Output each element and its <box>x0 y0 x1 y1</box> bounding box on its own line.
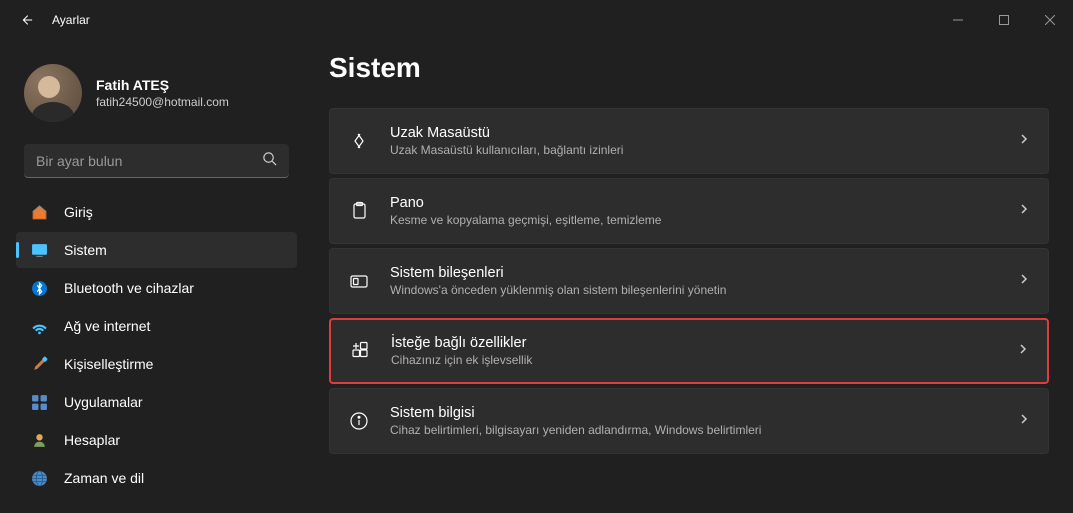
sidebar-item-accounts[interactable]: Hesaplar <box>16 422 297 458</box>
settings-item-title: Uzak Masaüstü <box>390 125 998 141</box>
system-icon <box>30 241 48 259</box>
settings-item-subtitle: Uzak Masaüstü kullanıcıları, bağlantı iz… <box>390 143 998 157</box>
sidebar-item-label: Zaman ve dil <box>64 470 144 486</box>
optional-features-icon <box>349 340 371 362</box>
avatar <box>24 64 82 122</box>
sidebar-item-label: Sistem <box>64 242 107 258</box>
settings-item-components[interactable]: Sistem bileşenleri Windows'a önceden yük… <box>329 248 1049 314</box>
settings-item-optional-features[interactable]: İsteğe bağlı özellikler Cihazınız için e… <box>329 318 1049 384</box>
chevron-right-icon <box>1017 342 1029 360</box>
titlebar: Ayarlar <box>0 0 1073 40</box>
close-button[interactable] <box>1027 0 1073 40</box>
settings-item-remote-desktop[interactable]: Uzak Masaüstü Uzak Masaüstü kullanıcılar… <box>329 108 1049 174</box>
user-email: fatih24500@hotmail.com <box>96 95 229 109</box>
search-icon <box>262 151 277 171</box>
sidebar-item-label: Giriş <box>64 204 93 220</box>
sidebar-item-time[interactable]: Zaman ve dil <box>16 460 297 496</box>
network-icon <box>30 317 48 335</box>
user-name: Fatih ATEŞ <box>96 77 229 93</box>
sidebar-item-home[interactable]: Giriş <box>16 194 297 230</box>
sidebar-item-label: Kişiselleştirme <box>64 356 153 372</box>
chevron-right-icon <box>1018 412 1030 430</box>
home-icon <box>30 203 48 221</box>
sidebar: Fatih ATEŞ fatih24500@hotmail.com Giriş <box>0 40 305 513</box>
sidebar-item-label: Ağ ve internet <box>64 318 150 334</box>
accounts-icon <box>30 431 48 449</box>
back-button[interactable] <box>16 10 36 30</box>
clipboard-icon <box>348 200 370 222</box>
maximize-button[interactable] <box>981 0 1027 40</box>
settings-item-title: Sistem bilgisi <box>390 405 998 421</box>
chevron-right-icon <box>1018 202 1030 220</box>
sidebar-item-bluetooth[interactable]: Bluetooth ve cihazlar <box>16 270 297 306</box>
settings-item-title: Sistem bileşenleri <box>390 265 998 281</box>
settings-item-title: İsteğe bağlı özellikler <box>391 335 997 351</box>
chevron-right-icon <box>1018 272 1030 290</box>
remote-desktop-icon <box>348 130 370 152</box>
main-content: Sistem Uzak Masaüstü Uzak Masaüstü kulla… <box>305 40 1073 513</box>
settings-item-about[interactable]: Sistem bilgisi Cihaz belirtimleri, bilgi… <box>329 388 1049 454</box>
apps-icon <box>30 393 48 411</box>
info-icon <box>348 410 370 432</box>
sidebar-item-label: Uygulamalar <box>64 394 143 410</box>
sidebar-item-system[interactable]: Sistem <box>16 232 297 268</box>
settings-item-clipboard[interactable]: Pano Kesme ve kopyalama geçmişi, eşitlem… <box>329 178 1049 244</box>
minimize-button[interactable] <box>935 0 981 40</box>
sidebar-item-personalize[interactable]: Kişiselleştirme <box>16 346 297 382</box>
page-title: Sistem <box>329 52 1049 84</box>
sidebar-item-apps[interactable]: Uygulamalar <box>16 384 297 420</box>
user-profile[interactable]: Fatih ATEŞ fatih24500@hotmail.com <box>16 52 297 140</box>
globe-icon <box>30 469 48 487</box>
sidebar-item-label: Hesaplar <box>64 432 120 448</box>
settings-item-subtitle: Cihaz belirtimleri, bilgisayarı yeniden … <box>390 423 998 437</box>
sidebar-item-network[interactable]: Ağ ve internet <box>16 308 297 344</box>
bluetooth-icon <box>30 279 48 297</box>
settings-item-title: Pano <box>390 195 998 211</box>
search-box[interactable] <box>24 144 289 178</box>
paintbrush-icon <box>30 355 48 373</box>
settings-item-subtitle: Cihazınız için ek işlevsellik <box>391 353 997 367</box>
search-input[interactable] <box>36 153 262 169</box>
window-title: Ayarlar <box>52 13 90 27</box>
settings-item-subtitle: Kesme ve kopyalama geçmişi, eşitleme, te… <box>390 213 998 227</box>
sidebar-item-label: Bluetooth ve cihazlar <box>64 280 194 296</box>
components-icon <box>348 270 370 292</box>
settings-item-subtitle: Windows'a önceden yüklenmiş olan sistem … <box>390 283 998 297</box>
chevron-right-icon <box>1018 132 1030 150</box>
